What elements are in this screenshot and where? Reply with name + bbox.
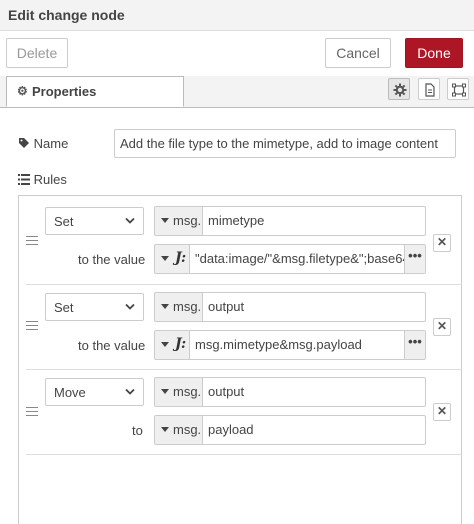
rule-divider (26, 454, 462, 455)
rule-value-input[interactable]: J: "data:image/"&msg.filetype&";base64,"… (154, 244, 426, 274)
caret-down-icon (161, 256, 169, 261)
cancel-button[interactable]: Cancel (325, 38, 391, 68)
property-type-selector[interactable]: msg. (155, 293, 203, 321)
value-type-selector[interactable]: J: (155, 331, 190, 359)
drag-handle-icon[interactable] (26, 321, 38, 330)
rule-action-select[interactable]: Move (45, 378, 144, 406)
node-properties-tab-button[interactable] (388, 78, 410, 100)
rule-property-input[interactable]: msg. mimetype (154, 206, 426, 236)
delete-button[interactable]: Delete (6, 38, 68, 68)
drag-handle-icon[interactable] (26, 407, 38, 416)
rule-value-input[interactable]: J: msg.mimetype&msg.payload ••• (154, 330, 426, 360)
caret-down-icon (161, 218, 169, 223)
rule-target-input[interactable]: msg. payload (154, 415, 426, 445)
appearance-icon (452, 83, 466, 97)
list-icon (18, 174, 30, 185)
chevron-down-icon (125, 217, 135, 224)
msg-prefix: msg. (173, 213, 202, 228)
jsonata-icon: J: (175, 336, 187, 352)
caret-down-icon (161, 304, 169, 309)
rule-property-input[interactable]: msg. output (154, 377, 426, 407)
delete-rule-button[interactable]: ✕ (433, 403, 451, 421)
expand-editor-button[interactable]: ••• (404, 331, 425, 359)
rules-label: Rules (18, 172, 67, 187)
msg-prefix: msg. (173, 422, 202, 437)
delete-rule-button[interactable]: ✕ (433, 234, 451, 252)
rule-property-value: output (208, 299, 245, 314)
jsonata-icon: J: (175, 250, 187, 266)
rule-divider (26, 369, 462, 370)
property-type-selector[interactable]: msg. (155, 378, 203, 406)
dialog-title: Edit change node (8, 7, 125, 23)
rule-to-label: to the value (78, 252, 146, 267)
msg-prefix: msg. (173, 384, 202, 399)
name-label: Name (18, 136, 68, 151)
done-button[interactable]: Done (405, 38, 463, 68)
value-type-selector[interactable]: J: (155, 245, 190, 273)
rule-action-value: Move (54, 385, 86, 400)
caret-down-icon (161, 342, 169, 347)
expand-editor-button[interactable]: ••• (404, 245, 425, 273)
rules-label-text: Rules (33, 172, 67, 187)
node-appearance-tab-button[interactable] (447, 78, 469, 100)
caret-down-icon (161, 389, 169, 394)
name-label-text: Name (33, 136, 69, 151)
rule-to-label: to the value (78, 338, 146, 353)
rule-value-text: "data:image/"&msg.filetype&";base64," (195, 251, 418, 266)
tab-properties-label: Properties (32, 84, 97, 99)
rule-to-label: to (132, 423, 143, 438)
tag-icon (19, 138, 29, 148)
rule-property-value: output (208, 384, 245, 399)
property-type-selector[interactable]: msg. (155, 207, 203, 235)
tab-properties[interactable]: ⚙ Properties (6, 76, 184, 107)
dialog-toolbar: Delete Cancel Done (0, 31, 474, 76)
rule-action-value: Set (54, 300, 74, 315)
rule-target-value: payload (208, 422, 254, 437)
chevron-down-icon (125, 388, 135, 395)
msg-prefix: msg. (173, 299, 202, 314)
target-type-selector[interactable]: msg. (155, 416, 203, 444)
chevron-down-icon (125, 303, 135, 310)
node-description-tab-button[interactable] (418, 78, 440, 100)
dialog-header: Edit change node (0, 0, 474, 31)
file-text-icon (425, 83, 435, 97)
name-input[interactable] (114, 129, 456, 158)
rule-divider (26, 284, 462, 285)
gear-icon: ⚙ (17, 84, 28, 98)
rule-action-select[interactable]: Set (45, 293, 144, 321)
rule-property-input[interactable]: msg. output (154, 292, 426, 322)
caret-down-icon (161, 427, 169, 432)
delete-rule-button[interactable]: ✕ (433, 318, 451, 336)
rule-property-value: mimetype (208, 213, 265, 228)
rule-value-text: msg.mimetype&msg.payload (195, 337, 362, 352)
rule-action-value: Set (54, 214, 74, 229)
rule-action-select[interactable]: Set (45, 207, 144, 235)
drag-handle-icon[interactable] (26, 236, 38, 245)
gear-icon (393, 83, 407, 97)
